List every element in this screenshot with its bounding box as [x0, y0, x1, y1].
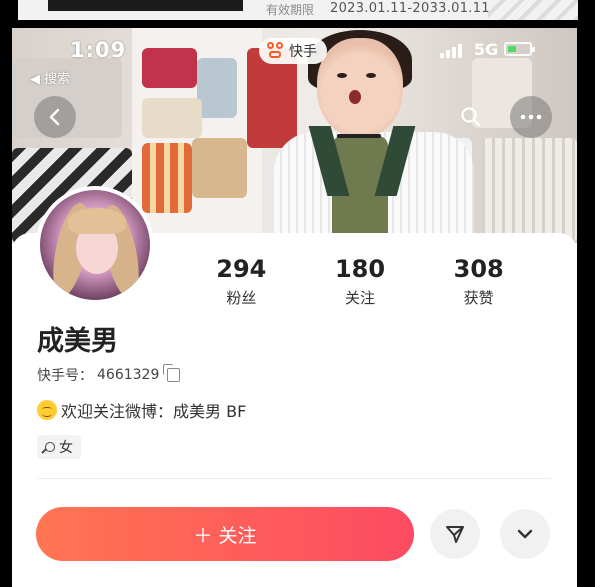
- user-id-row[interactable]: 快手号： 4661329: [37, 364, 181, 385]
- watermark: [488, 0, 578, 20]
- person-eye: [337, 73, 347, 78]
- stat-value: 308: [453, 255, 504, 283]
- pillow: [192, 138, 247, 198]
- app-badge: 快手: [259, 38, 327, 64]
- profile-name: 成美男: [37, 326, 118, 357]
- avatar[interactable]: [36, 186, 154, 304]
- profile-bio: 欢迎关注微博：成美男 BF: [37, 398, 246, 422]
- search-button[interactable]: [450, 96, 492, 138]
- back-to-app-link[interactable]: ◀ 搜索: [30, 68, 70, 87]
- user-id-value: 4661329: [97, 367, 160, 383]
- follow-button[interactable]: ＋ 关注: [36, 507, 414, 561]
- follow-label: ＋ 关注: [193, 524, 257, 547]
- stat-fans[interactable]: 294 粉丝: [182, 255, 301, 308]
- pillow: [142, 48, 197, 88]
- person-face: [317, 38, 403, 138]
- pillow: [197, 58, 237, 118]
- user-id-label: 快手号：: [37, 368, 93, 384]
- gender-label: 女: [59, 440, 73, 456]
- divider: [37, 478, 551, 479]
- stat-label: 获赞: [463, 289, 494, 307]
- person-mouth: [349, 90, 361, 104]
- expand-button[interactable]: [500, 509, 550, 559]
- wire-rack: [482, 138, 577, 243]
- network-type: 5G: [474, 40, 499, 59]
- id-validity-value: 2023.01.11-2033.01.11: [330, 1, 490, 16]
- stat-likes[interactable]: 308 获赞: [419, 255, 538, 308]
- profile-card: 294 粉丝 180 关注 308 获赞 成美男 快手号： 4661329 欢迎…: [12, 186, 577, 587]
- gender-tag: 女: [37, 435, 81, 459]
- more-icon: [520, 114, 542, 120]
- status-time: 1:09: [70, 38, 127, 62]
- stat-label: 粉丝: [226, 289, 257, 307]
- back-arrow-icon: [49, 108, 60, 126]
- id-validity-label: 有效期限: [266, 3, 315, 17]
- profile-stats: 294 粉丝 180 关注 308 获赞: [182, 255, 538, 308]
- smile-emoji-icon: [37, 400, 57, 420]
- search-icon: [461, 107, 481, 127]
- id-photo-edge: [48, 0, 243, 11]
- pillow: [142, 98, 202, 138]
- kuaishou-logo-icon: [267, 42, 285, 60]
- stat-label: 关注: [345, 289, 376, 307]
- battery-icon: [504, 42, 535, 56]
- id-card-fragment: 有效期限 2023.01.11-2033.01.11: [18, 0, 578, 20]
- stat-value: 180: [334, 255, 386, 283]
- bio-text: 欢迎关注微博：成美男 BF: [61, 402, 247, 421]
- app-name: 快手: [289, 44, 317, 60]
- share-icon: [446, 526, 464, 543]
- stat-following[interactable]: 180 关注: [301, 255, 420, 308]
- gender-icon: [45, 442, 55, 452]
- person-eye: [366, 73, 376, 78]
- share-button[interactable]: [430, 509, 480, 559]
- pillow: [142, 143, 192, 213]
- person-choker: [337, 134, 381, 138]
- back-button[interactable]: [34, 96, 76, 138]
- chevron-down-icon: [517, 529, 533, 539]
- signal-icon: [440, 44, 462, 58]
- more-button[interactable]: [510, 96, 552, 138]
- stat-value: 294: [216, 255, 267, 283]
- copy-icon[interactable]: [163, 364, 181, 382]
- phone-screen: 1:09 ◀ 搜索 快手 5G 294 粉丝 180 关注 308 获赞 成美男…: [12, 28, 577, 587]
